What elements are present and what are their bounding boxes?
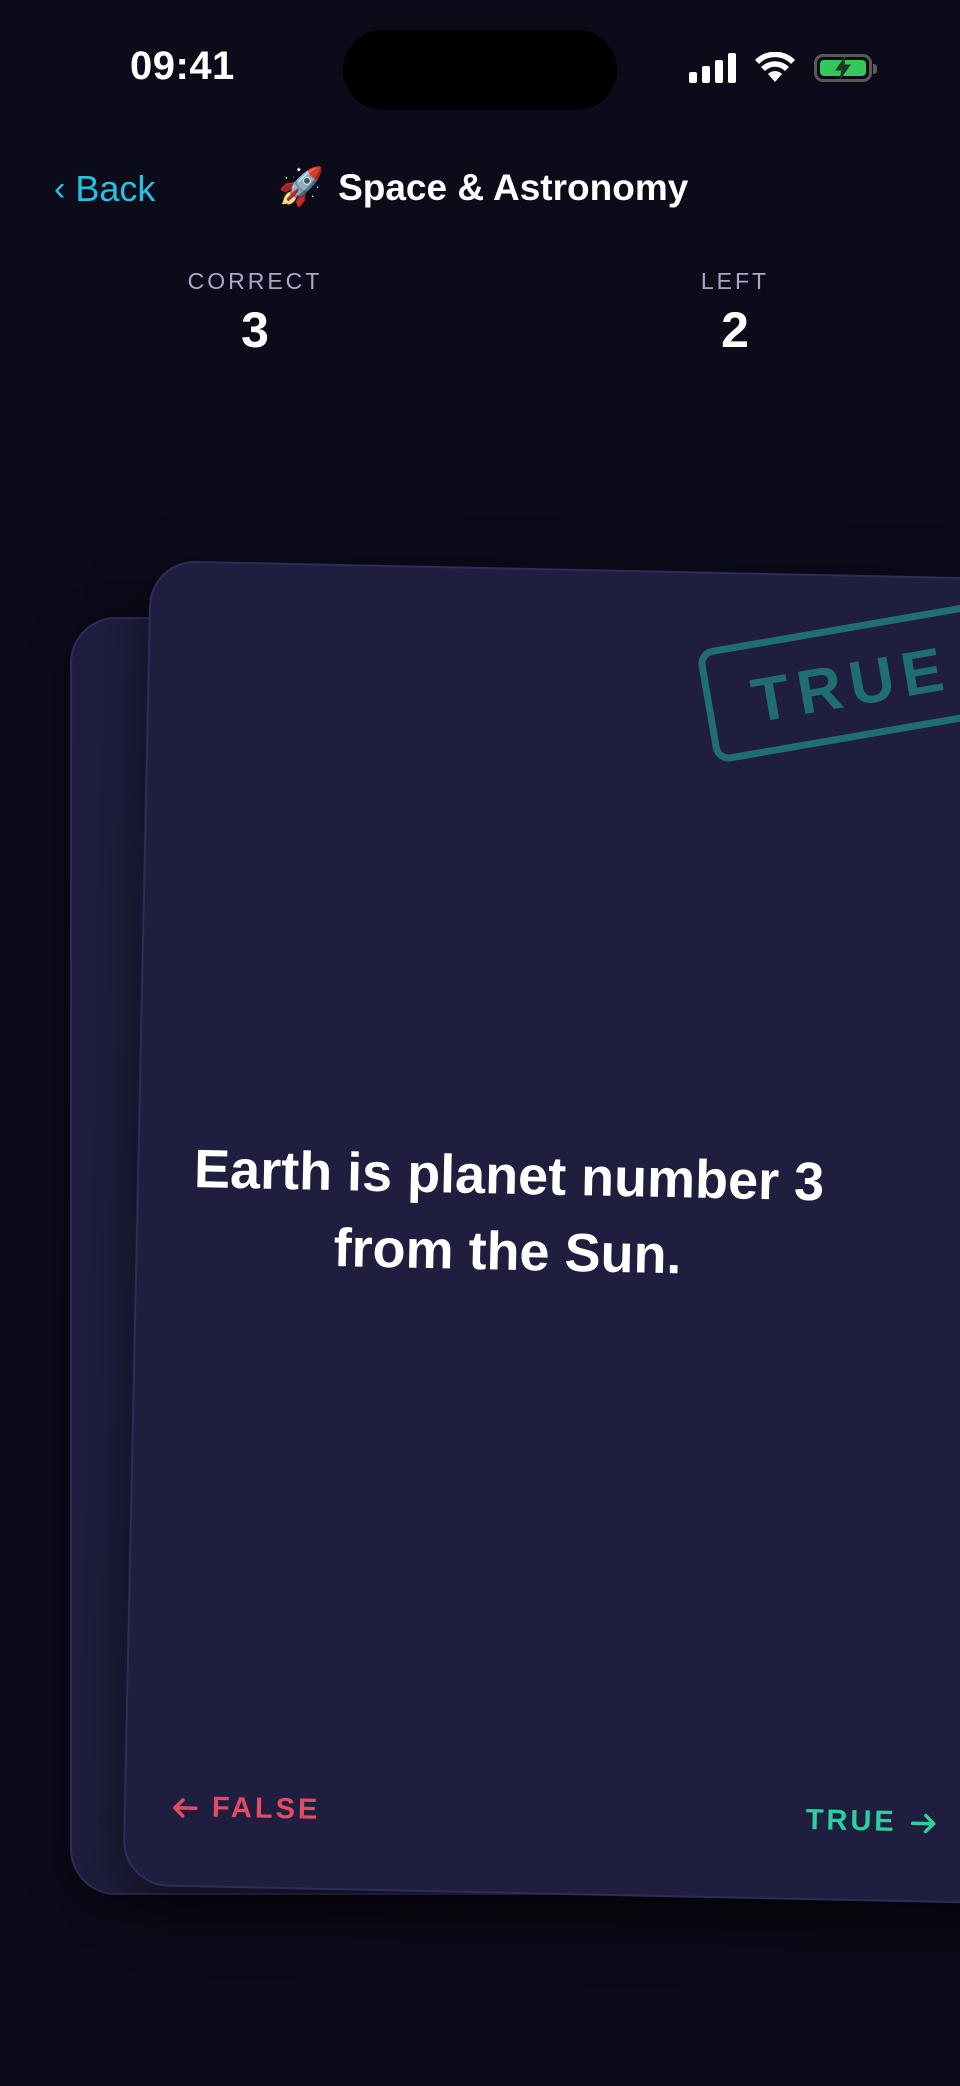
left-value: 2	[721, 302, 749, 358]
left-label: LEFT	[700, 268, 770, 294]
chevron-left-icon: ‹	[54, 169, 66, 208]
wifi-icon	[755, 52, 795, 82]
swipe-true-button[interactable]: TRUE	[805, 1804, 937, 1840]
rocket-icon: 🚀	[278, 166, 325, 207]
question-statement: Earth is planet number 3 from the Sun.	[193, 1139, 825, 1286]
page-title-text: Space & Astronomy	[338, 166, 689, 208]
page-title: 🚀 Space & Astronomy	[278, 166, 688, 209]
status-icons	[689, 52, 877, 84]
back-label: Back	[75, 168, 156, 209]
left-stat: LEFT 2	[635, 268, 835, 359]
back-button[interactable]: ‹ Back	[54, 168, 155, 210]
swipe-false-button[interactable]: FALSE	[172, 1791, 321, 1827]
true-label: TRUE	[805, 1804, 898, 1838]
quiz-screen: 09:41 ‹ Back 🚀 Space & Astronomy CORRECT…	[0, 0, 960, 2086]
cellular-signal-icon	[689, 53, 736, 83]
correct-label: CORRECT	[187, 268, 323, 294]
dynamic-island	[343, 30, 617, 110]
true-stamp: TRUE	[695, 600, 960, 764]
arrow-left-icon	[173, 1797, 198, 1818]
correct-stat: CORRECT 3	[155, 268, 355, 359]
status-time: 09:41	[130, 44, 235, 88]
false-label: FALSE	[211, 1791, 321, 1826]
arrow-right-icon	[910, 1813, 936, 1833]
correct-value: 3	[241, 302, 269, 358]
question-card[interactable]: TRUE Earth is planet number 3 from the S…	[122, 560, 960, 1907]
battery-charging-icon	[814, 54, 877, 82]
